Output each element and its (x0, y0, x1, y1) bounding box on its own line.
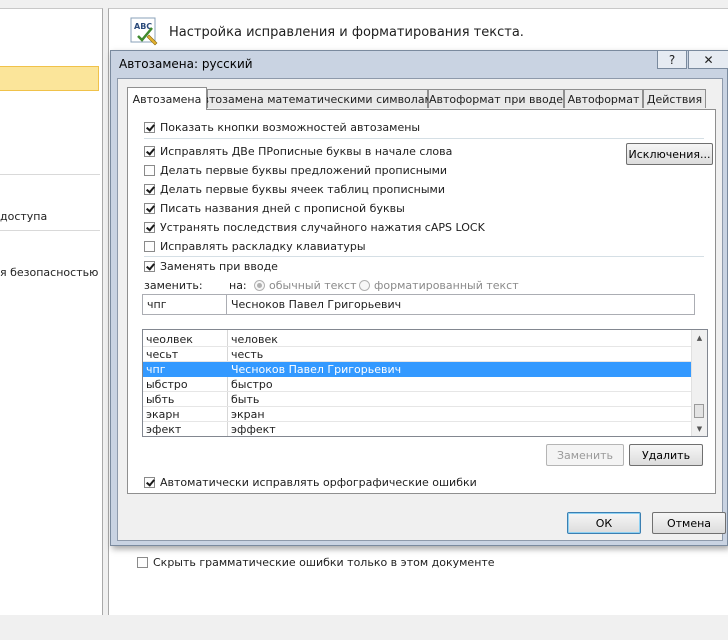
cancel-button[interactable]: Отмена (652, 512, 726, 534)
row-with: экран (231, 408, 265, 421)
formatted-text-label: форматированный текст (374, 279, 519, 292)
options-nav-pane: доступа я безопасностью (0, 8, 103, 615)
abc-spellcheck-icon: ABC (130, 17, 160, 47)
row-with: честь (231, 348, 264, 361)
tab-autoformat[interactable]: Автоформат (564, 89, 643, 108)
separator (144, 256, 704, 257)
formatted-text-option[interactable]: форматированный текст (359, 279, 519, 292)
auto-spell-label: Автоматически исправлять орфографические… (160, 476, 477, 489)
separator (144, 138, 704, 139)
with-input[interactable]: Чесноков Павел Григорьевич (226, 294, 695, 315)
dialog-title: Автозамена: русский (119, 57, 253, 71)
nav-item-proofing-selected[interactable] (0, 66, 99, 91)
replace-on-input-label: Заменять при вводе (160, 260, 278, 273)
scroll-up-icon[interactable]: ▲ (692, 330, 707, 345)
table-row-selected[interactable]: чпг Чесноков Павел Григорьевич (143, 362, 691, 377)
row-replace: ыбть (146, 393, 175, 406)
row-replace: чесьт (146, 348, 179, 361)
show-buttons-checkbox[interactable] (144, 122, 155, 133)
exceptions-button[interactable]: Исключения... (626, 143, 713, 165)
plain-text-radio[interactable] (254, 280, 265, 291)
replace-on-input-option[interactable]: Заменять при вводе (144, 260, 278, 273)
option-capitalize-table-cells[interactable]: Делать первые буквы ячеек таблиц прописн… (144, 183, 445, 196)
nav-item-accessibility[interactable]: доступа (0, 210, 47, 223)
table-row[interactable]: эфект эффект (143, 422, 691, 436)
table-row[interactable]: чеолвек человек (143, 332, 691, 347)
tab-autocorrect[interactable]: Автозамена (127, 87, 207, 110)
close-icon: ✕ (703, 52, 714, 67)
option-label: Исправлять раскладку клавиатуры (160, 240, 366, 253)
row-replace: экарн (146, 408, 180, 421)
option-label: Устранять последствия случайного нажатия… (160, 221, 485, 234)
plain-text-label: обычный текст (269, 279, 357, 292)
plain-text-option[interactable]: обычный текст (254, 279, 357, 292)
autocorrect-dialog: Автозамена: русский ? ✕ Автозамена Автоз… (110, 50, 728, 546)
ok-button[interactable]: ОК (567, 512, 641, 534)
replace-label: заменить: (144, 279, 203, 292)
autocorrect-tab-panel: Показать кнопки возможностей автозамены … (127, 109, 716, 494)
row-replace: чеолвек (146, 333, 193, 346)
scroll-thumb[interactable] (694, 404, 704, 418)
table-row[interactable]: ыбть быть (143, 392, 691, 407)
row-with: Чесноков Павел Григорьевич (231, 363, 402, 376)
option-label: Делать первые буквы предложений прописны… (160, 164, 448, 177)
auto-spell-option[interactable]: Автоматически исправлять орфографические… (144, 476, 477, 489)
tab-autoformat-as-you-type[interactable]: Автоформат при вводе (428, 89, 564, 108)
two-initial-caps-checkbox[interactable] (144, 146, 155, 157)
row-replace: чпг (146, 363, 166, 376)
nav-separator (0, 230, 100, 231)
show-buttons-option[interactable]: Показать кнопки возможностей автозамены (144, 121, 420, 134)
option-two-initial-caps[interactable]: Исправлять ДВе ПРописные буквы в начале … (144, 145, 452, 158)
option-capitalize-sentences[interactable]: Делать первые буквы предложений прописны… (144, 164, 447, 177)
table-row[interactable]: ыбстро быстро (143, 377, 691, 392)
hide-grammar-row[interactable]: Скрыть грамматические ошибки только в эт… (137, 556, 495, 569)
autocorrect-entries-list[interactable]: чеолвек человек чесьт честь чпг Чесноков… (142, 329, 708, 437)
dialog-body: Автозамена Автозамена математическими си… (117, 78, 726, 541)
auto-spell-checkbox[interactable] (144, 477, 155, 488)
show-buttons-label: Показать кнопки возможностей автозамены (160, 121, 421, 134)
scroll-down-icon[interactable]: ▼ (692, 421, 707, 436)
capitalize-table-cells-checkbox[interactable] (144, 184, 155, 195)
caps-lock-checkbox[interactable] (144, 222, 155, 233)
table-row[interactable]: экарн экран (143, 407, 691, 422)
row-with: человек (231, 333, 278, 346)
option-label: Писать названия дней с прописной буквы (160, 202, 405, 215)
proofing-header: ABC Настройка исправления и форматирован… (130, 15, 524, 49)
replace-button[interactable]: Заменить (546, 444, 624, 466)
option-caps-lock[interactable]: Устранять последствия случайного нажатия… (144, 221, 485, 234)
row-with: быстро (231, 378, 273, 391)
nav-separator (0, 174, 100, 175)
capitalize-days-checkbox[interactable] (144, 203, 155, 214)
help-button[interactable]: ? (657, 51, 687, 69)
option-keyboard-layout[interactable]: Исправлять раскладку клавиатуры (144, 240, 366, 253)
tab-math-autocorrect[interactable]: Автозамена математическими символами (195, 89, 440, 108)
capitalize-sentences-checkbox[interactable] (144, 165, 155, 176)
row-with: быть (231, 393, 260, 406)
hide-grammar-checkbox[interactable] (137, 557, 148, 568)
replace-on-input-checkbox[interactable] (144, 261, 155, 272)
nav-item-trust-center[interactable]: я безопасностью (0, 266, 98, 279)
replace-input[interactable]: чпг (142, 294, 227, 315)
tab-actions[interactable]: Действия (643, 89, 706, 108)
formatted-text-radio[interactable] (359, 280, 370, 291)
with-label: на: (229, 279, 247, 292)
hide-grammar-label: Скрыть грамматические ошибки только в эт… (153, 556, 495, 569)
option-label: Делать первые буквы ячеек таблиц прописн… (160, 183, 446, 196)
delete-button[interactable]: Удалить (629, 444, 703, 466)
table-row[interactable]: чесьт честь (143, 347, 691, 362)
proofing-header-title: Настройка исправления и форматирования т… (169, 24, 524, 40)
close-button[interactable]: ✕ (688, 51, 728, 69)
row-with: эффект (231, 423, 276, 436)
option-capitalize-days[interactable]: Писать названия дней с прописной буквы (144, 202, 405, 215)
keyboard-layout-checkbox[interactable] (144, 241, 155, 252)
row-replace: ыбстро (146, 378, 188, 391)
option-label: Исправлять ДВе ПРописные буквы в начале … (160, 145, 453, 158)
list-scrollbar[interactable]: ▲ ▼ (691, 330, 707, 436)
row-replace: эфект (146, 423, 182, 436)
